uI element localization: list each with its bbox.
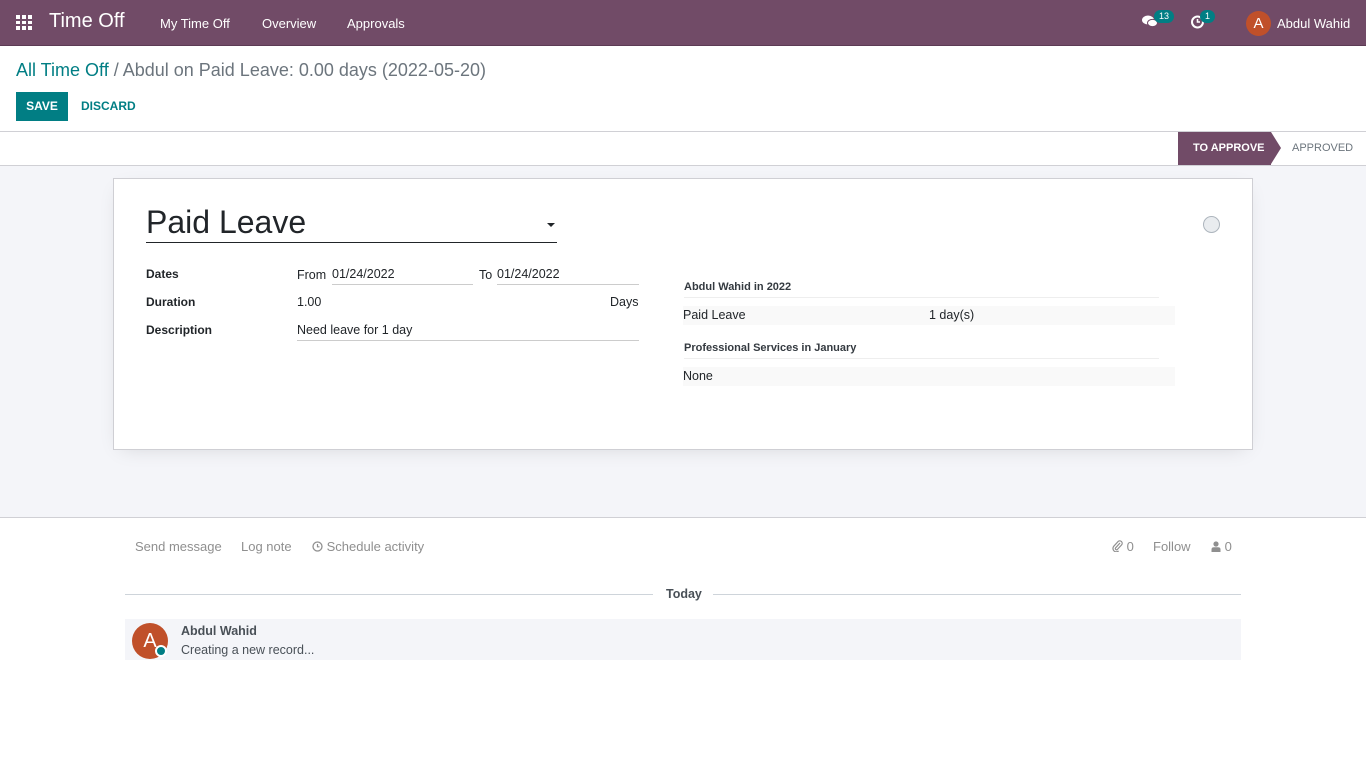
follow-button[interactable]: Follow <box>1153 539 1191 554</box>
duration-unit: Days <box>610 295 639 309</box>
department-month-title: Professional Services in January <box>684 342 1159 359</box>
date-from-input[interactable]: 01/24/2022 <box>332 267 473 285</box>
date-to-input[interactable]: 01/24/2022 <box>497 267 639 285</box>
message-author[interactable]: Abdul Wahid <box>181 624 257 638</box>
activities-systray[interactable]: 1 <box>1190 10 1216 32</box>
apps-grid-icon[interactable] <box>16 15 33 30</box>
stage-approved[interactable]: APPROVED <box>1292 132 1353 165</box>
breadcrumb-separator: / <box>108 60 123 80</box>
schedule-activity-label: Schedule activity <box>326 539 425 554</box>
followers-button[interactable]: 0 <box>1211 539 1232 554</box>
menu-overview[interactable]: Overview <box>262 16 316 31</box>
attachments-button[interactable]: 0 <box>1112 539 1134 554</box>
followers-count: 0 <box>1224 539 1232 554</box>
leave-type-select[interactable]: Paid Leave <box>146 203 557 243</box>
message-body: Creating a new record... <box>181 643 315 657</box>
send-message-button[interactable]: Send message <box>135 539 222 554</box>
summary-row: Paid Leave 1 day(s) <box>683 306 1175 325</box>
breadcrumb-all-time-off[interactable]: All Time Off <box>16 60 109 80</box>
department-row: None <box>683 367 1175 386</box>
discard-button[interactable]: DISCARD <box>81 92 136 121</box>
messages-badge: 13 <box>1154 10 1175 23</box>
log-note-button[interactable]: Log note <box>241 539 292 554</box>
to-label: To <box>479 268 493 282</box>
duration-value: 1.00 <box>297 295 322 309</box>
status-circle-icon[interactable] <box>1203 216 1220 233</box>
user-avatar[interactable]: A <box>1246 11 1271 36</box>
caret-down-icon <box>547 223 555 227</box>
department-none: None <box>683 369 713 383</box>
app-title[interactable]: Time Off <box>49 10 125 33</box>
date-separator: Today <box>666 587 702 601</box>
date-divider-right <box>713 594 1241 595</box>
top-navbar: Time Off My Time Off Overview Approvals … <box>0 0 1366 46</box>
breadcrumb: All Time Off / Abdul on Paid Leave: 0.00… <box>16 60 486 81</box>
employee-year-summary-title: Abdul Wahid in 2022 <box>684 281 1159 298</box>
attachments-count: 0 <box>1126 539 1134 554</box>
leave-type-value: Paid Leave <box>146 204 307 240</box>
user-icon <box>1211 541 1221 552</box>
description-label: Description <box>146 323 213 337</box>
user-menu[interactable]: Abdul Wahid <box>1277 16 1350 31</box>
paperclip-icon <box>1112 540 1123 553</box>
menu-my-time-off[interactable]: My Time Off <box>160 16 230 31</box>
summary-leave-type: Paid Leave <box>683 308 746 322</box>
breadcrumb-current: Abdul on Paid Leave: 0.00 days (2022-05-… <box>122 60 486 80</box>
from-label: From <box>297 268 327 282</box>
form-sheet: Paid Leave Dates From 01/24/2022 To 01/2… <box>113 178 1253 450</box>
chatter-message: A Abdul Wahid Creating a new record... <box>125 619 1241 660</box>
description-input[interactable]: Need leave for 1 day <box>297 323 639 341</box>
dates-label: Dates <box>146 267 179 281</box>
activities-badge: 1 <box>1200 10 1216 23</box>
save-button[interactable]: SAVE <box>16 92 68 121</box>
clock-icon <box>312 541 323 552</box>
schedule-activity-button[interactable]: Schedule activity <box>312 539 424 554</box>
duration-label: Duration <box>146 295 196 309</box>
menu-approvals[interactable]: Approvals <box>347 16 405 31</box>
messages-systray[interactable]: 13 <box>1142 10 1175 31</box>
statusbar: TO APPROVE APPROVED <box>0 131 1366 166</box>
summary-leave-days: 1 day(s) <box>929 308 975 322</box>
online-status-icon <box>155 645 167 657</box>
stage-to-approve[interactable]: TO APPROVE <box>1178 132 1281 165</box>
date-divider-left <box>125 594 653 595</box>
